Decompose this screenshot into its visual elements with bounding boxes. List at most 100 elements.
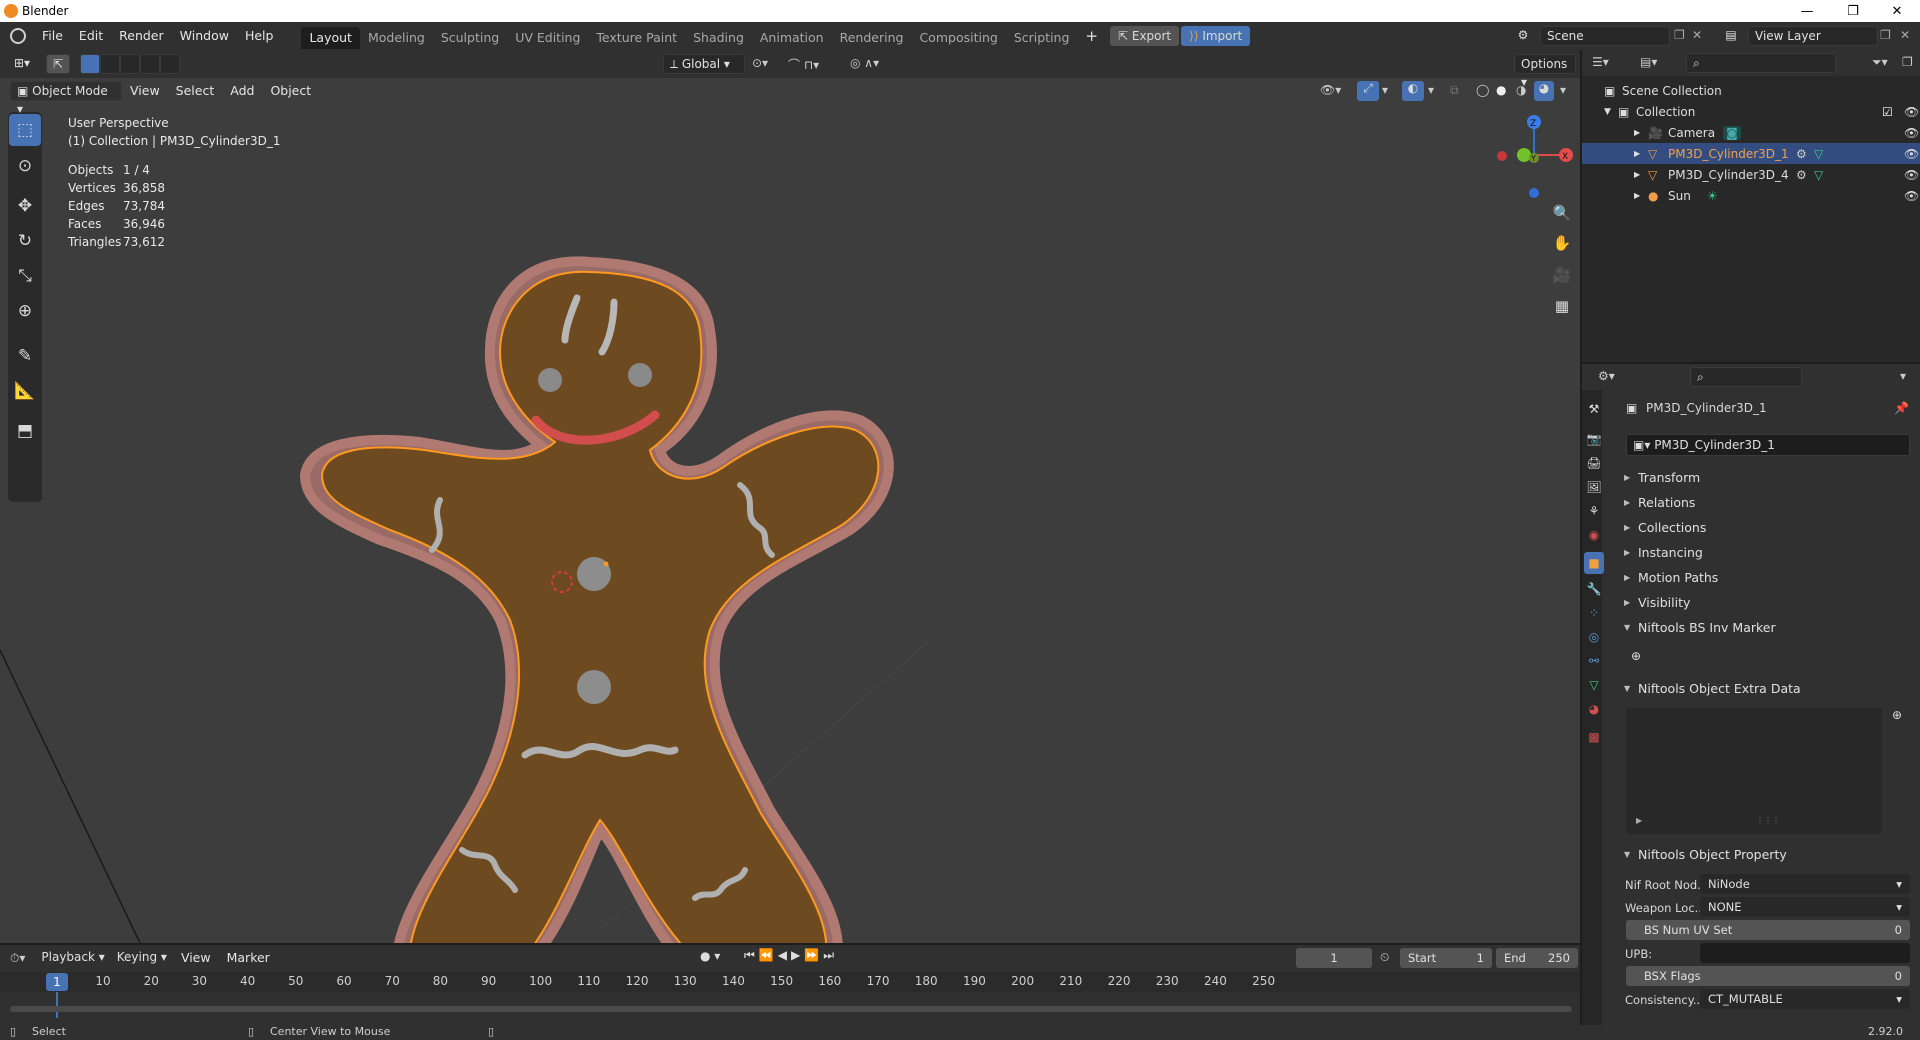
mode-invert-icon[interactable] <box>160 54 180 74</box>
add-workspace-icon[interactable]: + <box>1077 22 1106 50</box>
menu-window[interactable]: Window <box>172 22 237 50</box>
collapse-icon[interactable]: ▼ <box>1604 107 1618 117</box>
tool-tab-icon[interactable]: ⚒ <box>1584 398 1604 420</box>
viewport-menu-select[interactable]: Select <box>168 78 223 104</box>
cursor-tool[interactable]: ⊙ <box>9 150 41 182</box>
modifier-icon[interactable]: ⚙ <box>1796 147 1807 161</box>
scene-field[interactable]: Scene <box>1540 26 1670 46</box>
list-expand-icon[interactable]: ▶ <box>1636 816 1642 825</box>
navigation-gizmo[interactable]: Z X Y <box>1490 110 1580 200</box>
panel-transform[interactable]: ▶ Transform <box>1620 465 1920 489</box>
consistency-select[interactable]: CT_MUTABLE ▾ <box>1700 989 1910 1009</box>
import-button[interactable]: ⟩⟩ Import <box>1181 26 1251 46</box>
view-layer-remove-icon[interactable]: ✕ <box>1900 28 1910 42</box>
blender-menu-icon[interactable] <box>10 28 26 44</box>
nif-root-select[interactable]: NiNode ▾ <box>1700 874 1910 894</box>
playhead[interactable]: 1 <box>46 973 68 991</box>
collection-checkbox-icon[interactable]: ☑ <box>1882 105 1893 119</box>
wireframe-shading-icon[interactable]: ◯ <box>1476 83 1489 97</box>
outliner-item-pm3d-cylinder3d-4[interactable]: ▶ ▽ PM3D_Cylinder3D_4 ⚙ ▽ 👁 <box>1582 164 1920 185</box>
bs-num-uv-set-field[interactable]: BS Num UV Set 0 <box>1626 920 1910 940</box>
mode-extend-icon[interactable] <box>100 54 120 74</box>
transform-tool[interactable]: ⊕ <box>9 295 41 327</box>
visibility-filter-icon[interactable]: 👁▾ <box>1320 83 1341 97</box>
rendered-shading-icon[interactable]: ◕ <box>1534 81 1554 101</box>
display-mode-icon[interactable]: ▤▾ <box>1640 55 1657 69</box>
material-tab-icon[interactable]: ◕ <box>1584 698 1604 720</box>
start-frame-field[interactable]: Start 1 <box>1400 948 1492 968</box>
viewport-menu-add[interactable]: Add <box>222 78 262 104</box>
mode-intersect-icon[interactable] <box>140 54 160 74</box>
tool-select-icon[interactable]: ⇱ <box>46 54 70 74</box>
outliner-item-camera[interactable]: ▶ 🎥 Camera ◙ 👁 <box>1582 122 1920 143</box>
camera-eye-icon[interactable]: 👁 <box>1904 126 1919 140</box>
overlay-toggle-icon[interactable]: ◐ <box>1402 81 1424 101</box>
snap-icon[interactable]: ⌒ ⊓▾ <box>788 56 819 73</box>
render-tab-icon[interactable]: 📷 <box>1584 428 1604 450</box>
playback-controls[interactable]: ⏮⏪◀▶⏩⏭ <box>744 948 838 963</box>
mode-subtract-icon[interactable] <box>120 54 140 74</box>
tab-rendering[interactable]: Rendering <box>832 27 912 49</box>
timeline-menu-playback[interactable]: Playback ▾ <box>35 948 111 968</box>
xray-icon[interactable]: ⧉ <box>1450 83 1459 98</box>
cylinder1-eye-icon[interactable]: 👁 <box>1904 147 1919 161</box>
gizmo-toggle-icon[interactable]: ⤢ <box>1357 81 1379 101</box>
expand-icon[interactable]: ▶ <box>1634 128 1648 137</box>
tab-shading[interactable]: Shading <box>685 27 752 49</box>
outliner-editor-type-icon[interactable]: ☰▾ <box>1592 55 1609 69</box>
rotate-tool[interactable]: ↻ <box>9 225 41 257</box>
gizmo-dropdown-icon[interactable]: ▾ <box>1382 83 1388 97</box>
outliner-item-sun[interactable]: ▶ ● Sun ☀ 👁 <box>1582 185 1920 206</box>
outliner-item-pm3d-cylinder3d-1[interactable]: ▶ ▽ PM3D_Cylinder3D_1 ⚙ ▽ 👁 <box>1582 143 1920 164</box>
expand-icon[interactable]: ▶ <box>1634 149 1648 158</box>
solid-shading-icon[interactable]: ● <box>1496 83 1506 97</box>
sun-data-icon[interactable]: ☀ <box>1707 189 1718 203</box>
modifier-icon[interactable]: ⚙ <box>1796 168 1807 182</box>
export-button[interactable]: ⇱ Export <box>1109 26 1180 46</box>
record-icon[interactable]: ● ▾ <box>700 949 720 963</box>
editor-type-icon[interactable]: ⊞▾ <box>8 54 42 74</box>
current-frame-field[interactable]: 1 <box>1296 948 1372 968</box>
tab-sculpting[interactable]: Sculpting <box>433 27 507 49</box>
scene-remove-icon[interactable]: ✕ <box>1692 28 1702 42</box>
panel-object-extra-data[interactable]: ▼ Niftools Object Extra Data <box>1620 676 1920 700</box>
output-tab-icon[interactable]: 🖨 <box>1584 452 1604 474</box>
camera-view-icon[interactable]: 🎥 <box>1549 262 1575 288</box>
properties-search-input[interactable]: ⌕ <box>1690 367 1802 387</box>
data-tab-icon[interactable]: ▽ <box>1584 674 1604 696</box>
add-extra-data-icon[interactable]: ⊕ <box>1892 708 1902 722</box>
tab-modeling[interactable]: Modeling <box>360 27 433 49</box>
sun-eye-icon[interactable]: 👁 <box>1904 189 1919 203</box>
tab-layout[interactable]: Layout <box>301 26 360 49</box>
viewport-menu-object[interactable]: Object <box>262 78 319 104</box>
tab-animation[interactable]: Animation <box>752 27 832 49</box>
add-marker-button[interactable]: ⊕ <box>1626 646 1646 666</box>
outliner-search-input[interactable]: ⌕ <box>1686 53 1836 73</box>
timeline-menu-marker[interactable]: Marker <box>219 945 278 971</box>
menu-help[interactable]: Help <box>237 22 282 50</box>
scale-tool[interactable]: ⤡ <box>9 260 41 292</box>
close-button[interactable]: ✕ <box>1874 0 1920 22</box>
tab-compositing[interactable]: Compositing <box>911 27 1005 49</box>
list-resize-handle[interactable]: ⋮⋮⋮ <box>1756 816 1780 825</box>
outliner-collection[interactable]: ▼ ▣ Collection ☑ 👁 <box>1582 101 1920 122</box>
constraints-tab-icon[interactable]: ⚯ <box>1584 650 1604 672</box>
move-tool[interactable]: ✥ <box>9 190 41 222</box>
annotate-tool[interactable]: ✎ <box>9 340 41 372</box>
proportional-edit-icon[interactable]: ◎ ∧▾ <box>850 56 879 70</box>
viewport-menu-view[interactable]: View <box>122 78 168 104</box>
pin-icon[interactable]: 📌 <box>1894 401 1909 415</box>
timeline-menu-keying[interactable]: Keying ▾ <box>110 948 173 968</box>
transform-orientation-select[interactable]: ⟂ Global ▾ <box>663 54 745 74</box>
end-frame-field[interactable]: End 250 <box>1496 948 1578 968</box>
3d-viewport[interactable]: ⬚ ⊙ ✥ ↻ ⤡ ⊕ ✎ 📐 ⬒ User Perspective (1) C… <box>0 50 1580 943</box>
tab-uv-editing[interactable]: UV Editing <box>507 27 588 49</box>
zoom-icon[interactable]: 🔍 <box>1549 200 1575 226</box>
shading-dropdown-icon[interactable]: ▾ <box>1560 83 1566 97</box>
pan-hand-icon[interactable]: ✋ <box>1549 230 1575 256</box>
properties-editor-type-icon[interactable]: ⚙▾ <box>1598 369 1615 383</box>
view-layer-new-icon[interactable]: ❐ <box>1880 28 1891 42</box>
panel-collections[interactable]: ▶ Collections <box>1620 515 1920 539</box>
new-collection-icon[interactable]: ❐ <box>1902 55 1913 69</box>
add-cube-tool[interactable]: ⬒ <box>9 415 41 447</box>
